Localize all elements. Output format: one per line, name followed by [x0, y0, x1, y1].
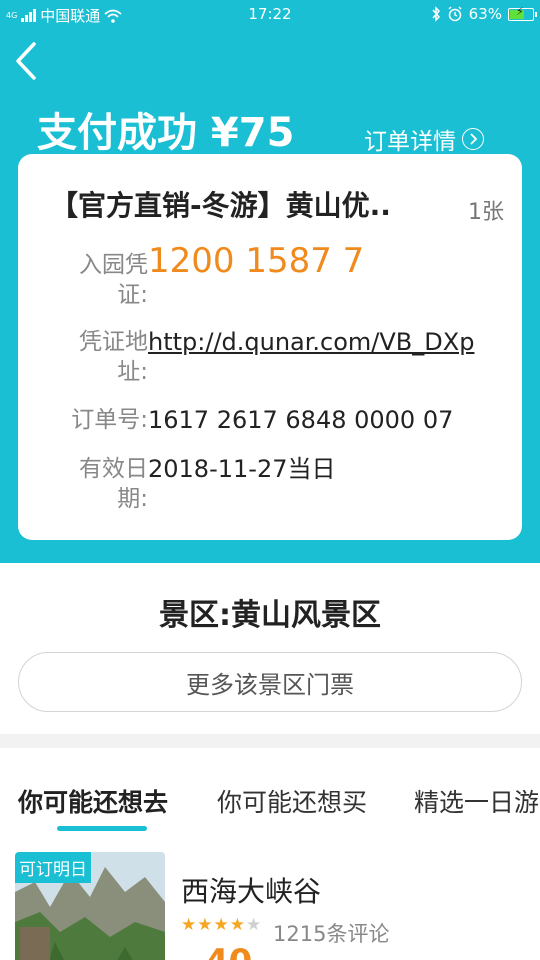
- ticket-name: 【官方直销-冬游】黄山优..: [50, 189, 391, 222]
- bluetooth-icon: [432, 6, 440, 22]
- entry-voucher-label: 入园凭 证:: [79, 252, 148, 308]
- order-number-value: 1617 2617 6848 0000 07: [148, 406, 454, 434]
- battery-percent: 63%: [468, 5, 502, 23]
- star-icon: ★: [181, 915, 197, 935]
- chevron-left-icon: [16, 42, 36, 80]
- status-right: 63% ⚡: [431, 5, 537, 23]
- status-bar: 4G 中国联通 17:22 63% ⚡: [0, 0, 540, 30]
- valid-date-label: 有效日 期:: [79, 456, 148, 512]
- rating-stars: ★ ★ ★ ★ ★: [181, 916, 261, 934]
- entry-voucher-code: 1200 1587 7: [148, 241, 365, 281]
- ticket-quantity: 1张: [468, 200, 504, 225]
- star-icon: ★: [213, 915, 229, 935]
- tab-want-to-go[interactable]: 你可能还想去: [18, 783, 168, 819]
- product-thumbnail: 可订明日: [15, 852, 165, 960]
- valid-date-value: 2018-11-27当日: [148, 455, 336, 483]
- product-price: 40: [205, 942, 252, 960]
- order-detail-link[interactable]: 订单详情: [364, 122, 484, 156]
- star-icon: ★: [197, 915, 213, 935]
- more-tickets-button[interactable]: 更多该景区门票: [18, 652, 522, 712]
- section-divider: [0, 734, 540, 748]
- payment-success-title: 支付成功 ¥75: [37, 110, 295, 156]
- alarm-icon: [448, 6, 462, 22]
- ticket-card: 【官方直销-冬游】黄山优.. 1张 入园凭 证: 1200 1587 7 凭证地…: [18, 154, 522, 540]
- bookable-tomorrow-badge: 可订明日: [15, 852, 91, 883]
- battery-icon: ⚡: [508, 5, 537, 21]
- active-tab-indicator: [57, 826, 147, 831]
- tab-want-to-buy[interactable]: 你可能还想买: [217, 783, 367, 819]
- star-icon: ★: [246, 915, 262, 935]
- review-count: 1215条评论: [273, 922, 390, 946]
- voucher-url-link[interactable]: http://d.qunar.com/VB_DXp: [148, 327, 474, 357]
- order-number-label: 订单号:: [71, 407, 148, 433]
- scenic-area-title: 景区:黄山风景区: [159, 598, 381, 633]
- tab-day-tours[interactable]: 精选一日游: [414, 783, 539, 819]
- star-icon: ★: [229, 915, 245, 935]
- voucher-url-label: 凭证地 址:: [79, 329, 148, 385]
- order-detail-label: 订单详情: [364, 129, 456, 155]
- back-button[interactable]: [10, 40, 44, 82]
- product-name: 西海大峡谷: [181, 875, 322, 908]
- chevron-right-circle-icon: [462, 128, 484, 150]
